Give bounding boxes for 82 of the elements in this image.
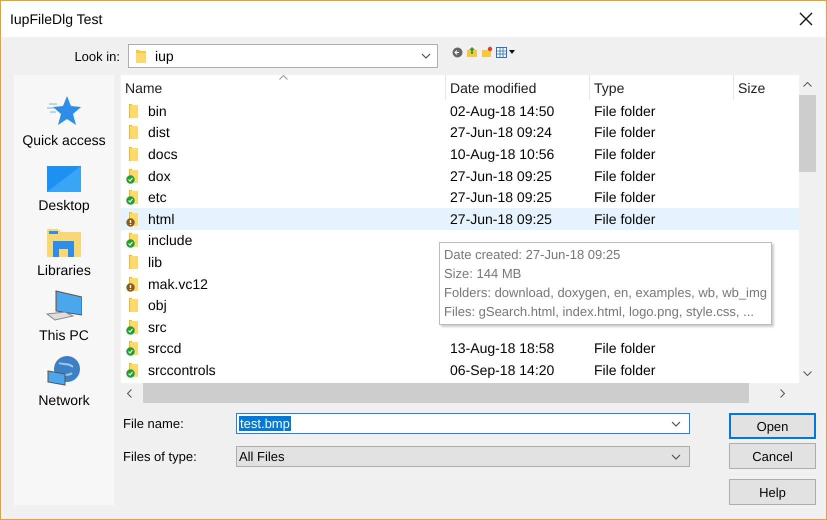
place-label[interactable]: Libraries [37, 262, 91, 278]
column-header[interactable]: Size [734, 75, 799, 100]
look-in-dropdown[interactable]: iup [128, 44, 438, 68]
network-icon[interactable] [46, 355, 81, 387]
folder-warning-icon [126, 210, 140, 227]
place-label[interactable]: Quick access [22, 132, 106, 148]
scroll-left-icon[interactable] [127, 388, 132, 398]
close-icon[interactable] [799, 12, 813, 26]
star-icon[interactable] [47, 95, 81, 127]
file-name: dox [148, 168, 171, 184]
date-modified: 27-Jun-18 09:25 [450, 189, 552, 206]
view-menu-icon[interactable] [496, 46, 516, 58]
scroll-down-icon[interactable] [803, 371, 812, 376]
tooltip-line: Date created: 27-Jun-18 09:25 [444, 246, 622, 264]
up-folder-icon[interactable] [466, 46, 478, 58]
date-modified: 27-Jun-18 09:25 [450, 210, 552, 227]
file-name: bin [148, 102, 167, 119]
open-button[interactable]: Open [729, 413, 816, 439]
file-type-label: Files of type: [123, 449, 198, 464]
folder-icon [126, 146, 140, 162]
file-type: File folder [594, 124, 656, 140]
cancel-button[interactable]: Cancel [729, 443, 816, 469]
column-header[interactable]: Type [590, 75, 734, 100]
help-button[interactable]: Help [729, 479, 816, 505]
file-name: mak.vc12 [148, 276, 208, 292]
date-modified: 13-Aug-18 18:58 [450, 340, 554, 356]
folder-check-icon [126, 232, 140, 248]
file-name: html [148, 210, 174, 227]
file-name: obj [148, 297, 167, 314]
sort-caret-icon [279, 75, 288, 80]
tooltip-line: Files: gSearch.html, index.html, logo.png, style.css, ... [444, 303, 755, 321]
file-name: docs [148, 146, 178, 162]
column-header[interactable]: Name [121, 75, 446, 100]
scroll-up-icon[interactable] [803, 82, 812, 87]
file-name: srccd [148, 340, 182, 356]
file-name: src [148, 318, 167, 335]
date-modified: 10-Aug-18 10:56 [450, 146, 554, 162]
file-type: File folder [594, 168, 656, 184]
folder-icon [126, 124, 140, 140]
folder-check-icon [126, 168, 140, 184]
file-type: File folder [594, 146, 656, 162]
date-modified: 27-Jun-18 09:24 [450, 124, 552, 140]
file-type: File folder [594, 362, 656, 378]
window-title: IupFileDlg Test [10, 11, 102, 27]
file-type: File folder [594, 340, 656, 356]
highlighted-row[interactable]: html 27-Jun-18 09:25 File folder [121, 208, 799, 230]
file-type: File folder [594, 210, 656, 227]
back-icon[interactable] [452, 46, 463, 58]
folder-icon [135, 48, 147, 64]
libraries-icon[interactable] [46, 229, 81, 257]
folder-check-icon [126, 340, 140, 356]
file-type-dropdown[interactable]: All Files [236, 446, 690, 467]
column-header[interactable]: Date modified [446, 75, 590, 100]
date-modified: 02-Aug-18 14:50 [450, 102, 554, 119]
place-label[interactable]: This PC [39, 327, 89, 343]
file-type: File folder [594, 189, 656, 206]
folder-icon [126, 102, 140, 119]
folder-check-icon [126, 189, 140, 206]
folder-check-icon [126, 318, 140, 335]
file-name: include [148, 232, 192, 248]
file-name-label: File name: [123, 416, 185, 431]
file-type: File folder [594, 102, 656, 119]
computer-icon[interactable] [46, 290, 82, 322]
file-name-field[interactable]: test.bmp [236, 413, 690, 434]
file-name: srccontrols [148, 362, 216, 378]
place-label[interactable]: Desktop [38, 197, 90, 213]
new-folder-icon[interactable] [481, 46, 493, 58]
tooltip-line: Folders: download, doxygen, en, examples, wb, wb_img [444, 284, 768, 302]
scroll-thumb[interactable] [799, 95, 816, 172]
file-name: etc [148, 189, 167, 206]
look-in-label: Look in: [73, 48, 121, 64]
folder-icon [126, 254, 140, 270]
date-modified: 06-Sep-18 14:20 [450, 362, 554, 378]
file-name: dist [148, 124, 170, 140]
folder-warning-icon [126, 276, 140, 292]
tooltip-line: Size: 144 MB [444, 265, 522, 283]
file-name: lib [148, 254, 162, 270]
date-modified: 27-Jun-18 09:25 [450, 168, 552, 184]
place-label[interactable]: Network [38, 392, 90, 408]
folder-icon [126, 297, 140, 314]
folder-check-icon [126, 362, 140, 378]
scroll-right-icon[interactable] [780, 388, 785, 398]
